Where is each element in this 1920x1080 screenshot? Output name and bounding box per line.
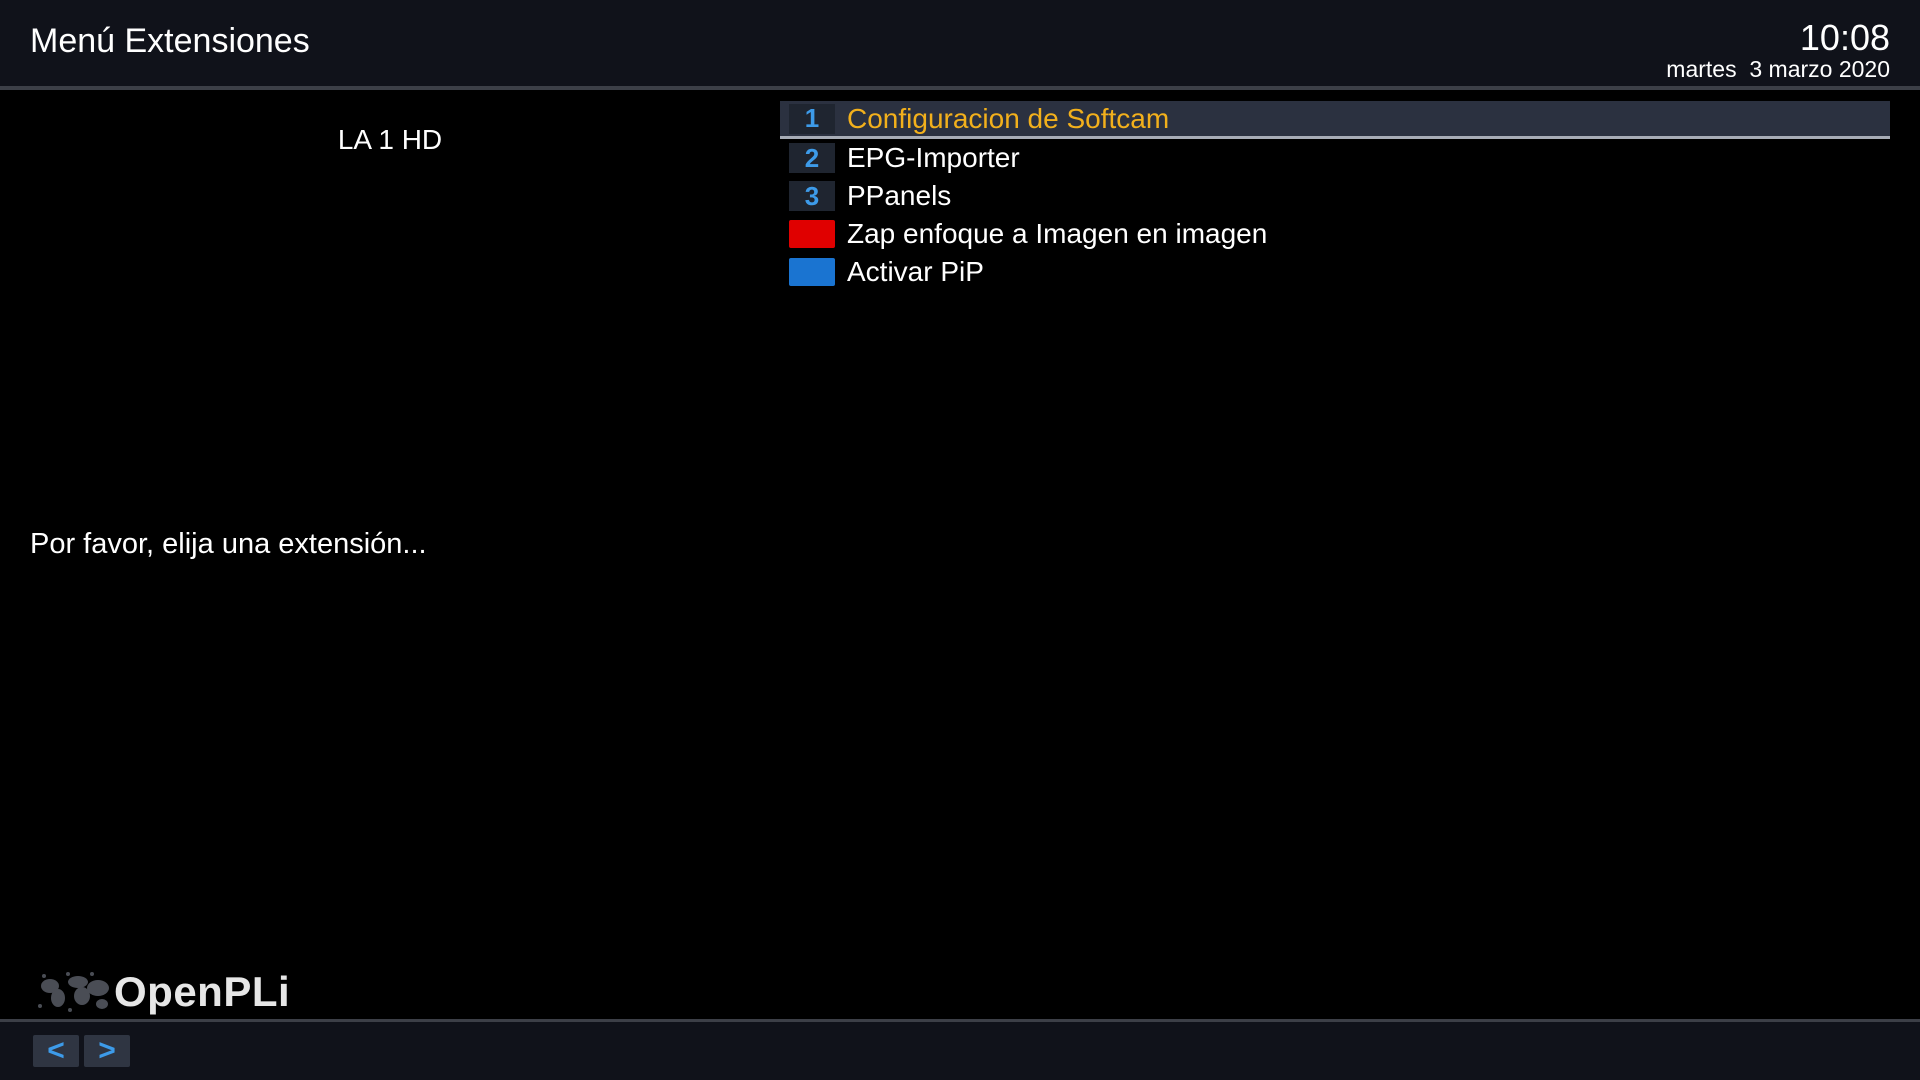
number-key-1: 1 xyxy=(789,103,835,134)
list-item-label: Activar PiP xyxy=(847,256,984,287)
previous-page-button[interactable]: < xyxy=(33,1034,79,1067)
extensions-list: 1 Configuracion de Softcam 2 EPG-Importe… xyxy=(780,101,1890,291)
list-item-activate-pip[interactable]: Activar PiP xyxy=(780,253,1890,291)
list-item-epg-importer[interactable]: 2 EPG-Importer xyxy=(780,139,1890,177)
openpli-logo: OpenPLi xyxy=(32,964,290,1020)
menu-description: Por favor, elija una extensión... xyxy=(30,528,427,560)
page-title: Menú Extensiones xyxy=(30,22,310,60)
list-item-label: Zap enfoque a Imagen en imagen xyxy=(847,218,1268,249)
list-item-ppanels[interactable]: 3 PPanels xyxy=(780,177,1890,215)
logo-text: OpenPLi xyxy=(114,968,291,1015)
number-key-3: 3 xyxy=(789,181,835,211)
blue-key-icon xyxy=(789,258,835,286)
clock-date: martes 3 marzo 2020 xyxy=(1666,56,1890,82)
globe-icon xyxy=(38,972,109,1012)
next-page-button[interactable]: > xyxy=(84,1034,130,1067)
list-item-label: PPanels xyxy=(847,180,952,211)
list-item-label: Configuracion de Softcam xyxy=(847,102,1170,134)
header-bar: Menú Extensiones 10:08 martes 3 marzo 20… xyxy=(0,0,1920,90)
clock-time: 10:08 xyxy=(1799,17,1890,58)
list-item-softcam[interactable]: 1 Configuracion de Softcam xyxy=(780,101,1890,139)
number-key-2: 2 xyxy=(789,143,835,173)
list-item-label: EPG-Importer xyxy=(847,142,1020,173)
extensions-menu-screen: Menú Extensiones 10:08 martes 3 marzo 20… xyxy=(0,0,1920,1080)
current-service-name: LA 1 HD xyxy=(337,124,443,155)
footer-bar: < > xyxy=(0,1019,1920,1080)
red-key-icon xyxy=(789,220,835,248)
list-item-zap-pip[interactable]: Zap enfoque a Imagen en imagen xyxy=(780,215,1890,253)
